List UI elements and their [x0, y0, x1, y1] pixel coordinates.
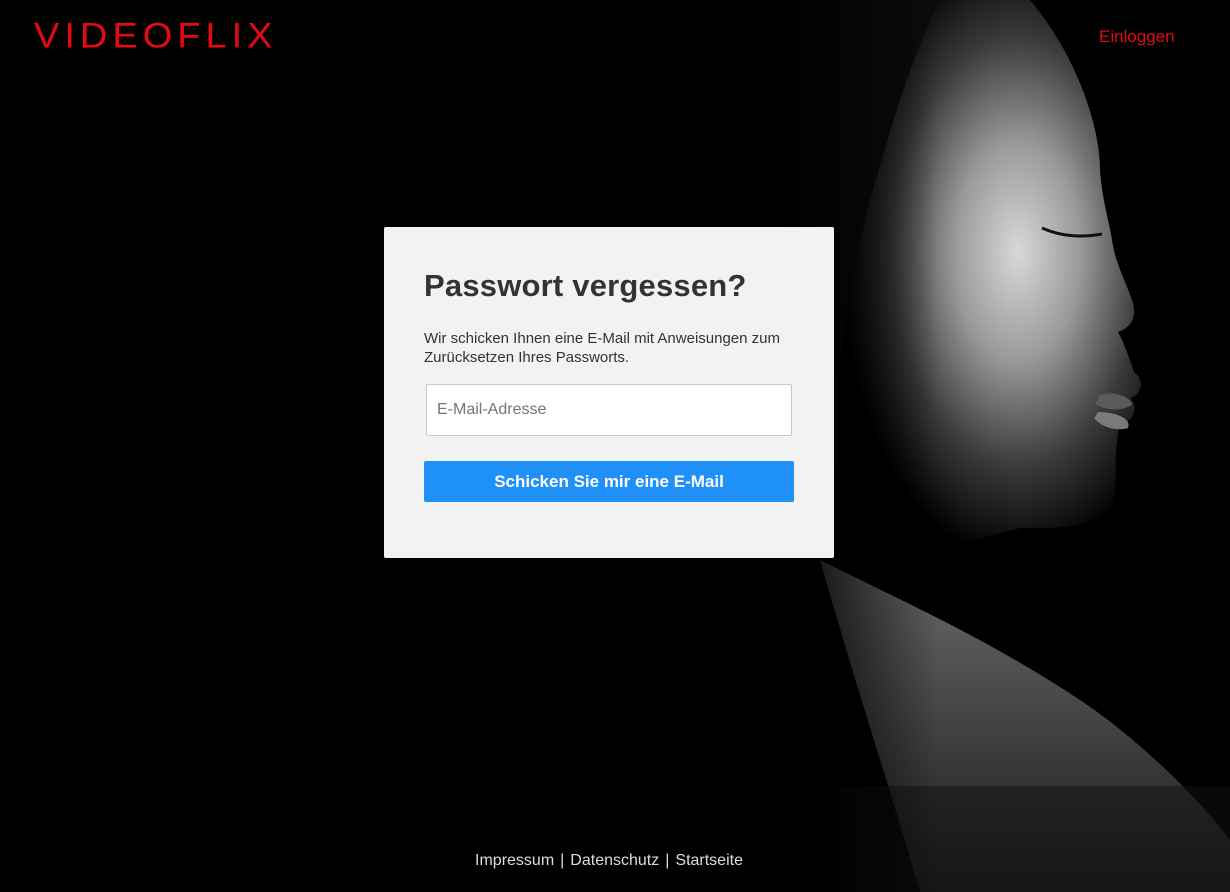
footer-link-impressum[interactable]: Impressum	[475, 852, 554, 869]
email-input[interactable]	[426, 384, 792, 436]
footer-link-startseite[interactable]: Startseite	[675, 852, 743, 869]
hero-portrait-image	[780, 0, 1230, 892]
login-link[interactable]: Einloggen	[1099, 27, 1175, 47]
forgot-password-page: VIDEOFLIX Einloggen Passwort vergessen? …	[0, 0, 1230, 892]
send-email-button[interactable]: Schicken Sie mir eine E-Mail	[424, 461, 794, 502]
card-title: Passwort vergessen?	[424, 268, 747, 303]
footer-separator: |	[665, 852, 670, 869]
footer: Impressum | Datenschutz | Startseite	[0, 851, 1218, 871]
card-description: Wir schicken Ihnen eine E-Mail mit Anwei…	[424, 330, 780, 366]
videoflix-logo[interactable]: VIDEOFLIX	[34, 18, 278, 55]
footer-link-datenschutz[interactable]: Datenschutz	[570, 852, 659, 869]
footer-separator: |	[560, 852, 565, 869]
forgot-password-card: Passwort vergessen? Wir schicken Ihnen e…	[384, 227, 834, 558]
